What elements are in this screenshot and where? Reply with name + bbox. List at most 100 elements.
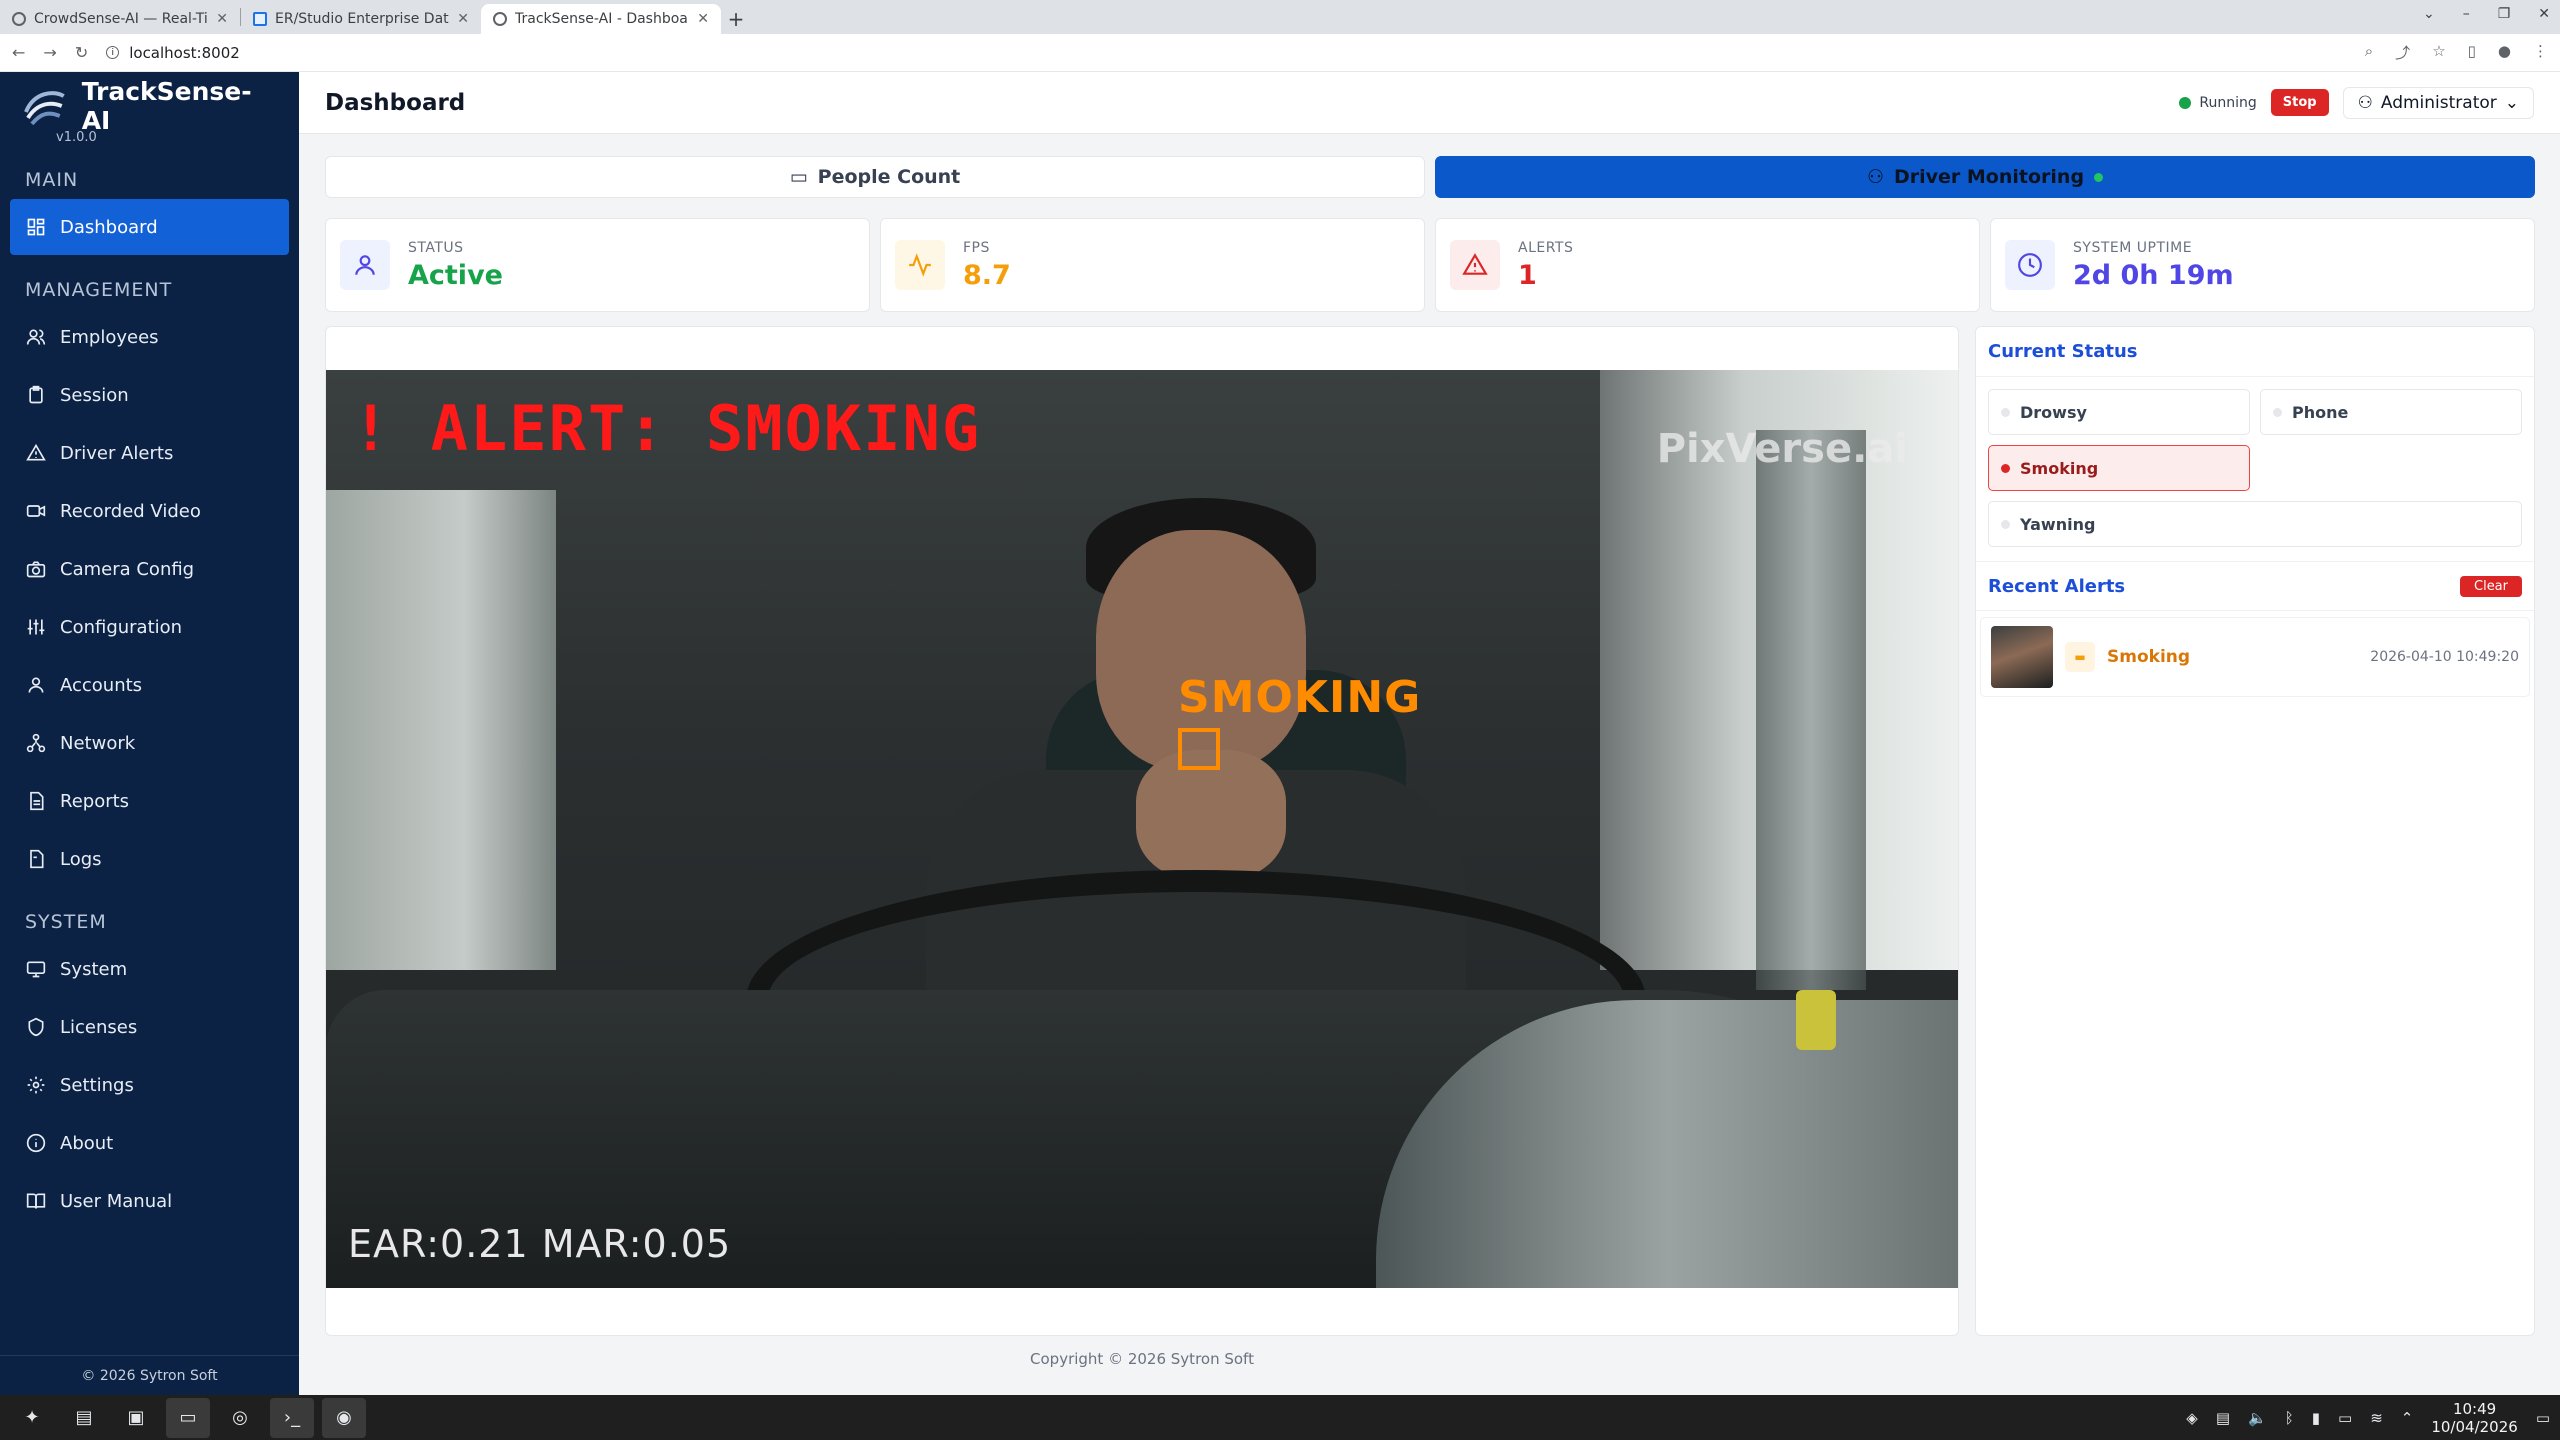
forward-icon[interactable]: → xyxy=(43,43,56,62)
shield-icon xyxy=(26,1017,46,1037)
taskbar-apps: ✦ ▤ ▣ ▭ ◎ ›_ ◉ xyxy=(10,1397,2186,1438)
close-icon[interactable]: ✕ xyxy=(2538,6,2550,22)
sidebar-item-settings[interactable]: Settings xyxy=(10,1057,289,1113)
globe-icon xyxy=(493,12,507,26)
sidebar-item-camera-config[interactable]: Camera Config xyxy=(10,541,289,597)
running-label: Running xyxy=(2199,94,2257,111)
sidepanel-icon[interactable]: ▯ xyxy=(2468,42,2476,63)
info-icon[interactable]: i xyxy=(106,46,120,59)
profile-icon[interactable]: ● xyxy=(2498,42,2511,63)
sidebar-item-about[interactable]: About xyxy=(10,1115,289,1171)
browser-icon[interactable]: ◎ xyxy=(218,1398,262,1438)
page-footer: Copyright © 2026 Sytron Soft xyxy=(1030,1350,1254,1368)
clock-date: 10/04/2026 xyxy=(2431,1417,2518,1436)
sidebar-item-configuration[interactable]: Configuration xyxy=(10,599,289,655)
status-dot-icon xyxy=(2001,407,2010,417)
brand[interactable]: TrackSense-AI xyxy=(0,72,299,140)
tab-people-count[interactable]: ▭ People Count xyxy=(325,156,1425,198)
menu-icon[interactable]: ⋮ xyxy=(2533,42,2548,63)
sidebar-item-label: System xyxy=(60,958,128,980)
sidebar-item-session[interactable]: Session xyxy=(10,367,289,423)
browser-tab-crowdsense[interactable]: CrowdSense-AI — Real-Tim ✕ xyxy=(0,4,240,34)
file-manager-icon[interactable]: ▭ xyxy=(166,1397,210,1438)
camera-feed: ! ALERT: SMOKING PixVerse.ai SMOKING EAR… xyxy=(326,370,1958,1288)
sidebar-item-label: Employees xyxy=(60,326,159,348)
sidebar-item-label: Dashboard xyxy=(60,216,158,238)
clock-icon xyxy=(2005,240,2055,290)
reload-icon[interactable]: ↻ xyxy=(75,43,88,62)
battery-icon[interactable]: ▮ xyxy=(2312,1409,2320,1427)
user-menu-button[interactable]: ⚇ Administrator ⌄ xyxy=(2342,86,2534,119)
status-panel: Current Status Drowsy Phone Smoking Yawn… xyxy=(1975,326,2535,1336)
notifications-icon[interactable]: ▭ xyxy=(2536,1409,2550,1427)
alert-timestamp: 2026-04-10 10:49:20 xyxy=(2370,649,2519,665)
status-label: Yawning xyxy=(2020,514,2096,534)
sidebar-item-recorded-video[interactable]: Recorded Video xyxy=(10,483,289,539)
monitor-icon xyxy=(26,959,46,979)
terminal-icon[interactable]: ›_ xyxy=(270,1397,314,1438)
chevron-down-icon[interactable]: ⌄ xyxy=(2423,6,2435,22)
globe-icon xyxy=(12,12,26,26)
sidebar-item-accounts[interactable]: Accounts xyxy=(10,657,289,713)
security-icon[interactable]: ◈ xyxy=(2186,1409,2198,1427)
browser-tab-erstudio[interactable]: ER/Studio Enterprise Data ✕ xyxy=(241,4,481,34)
user-icon: ⚇ xyxy=(2357,92,2373,113)
volume-icon[interactable]: 🔈 xyxy=(2248,1409,2267,1427)
close-icon[interactable]: ✕ xyxy=(697,11,709,27)
launcher-icon[interactable]: ✦ xyxy=(10,1398,54,1438)
sidebar-item-employees[interactable]: Employees xyxy=(10,309,289,365)
window-controls: ⌄ – ❐ ✕ xyxy=(2423,6,2550,22)
sidebar-item-network[interactable]: Network xyxy=(10,715,289,771)
taskbar-clock[interactable]: 10:49 10/04/2026 xyxy=(2431,1400,2517,1436)
sidebar-item-reports[interactable]: Reports xyxy=(10,773,289,829)
sidebar-item-driver-alerts[interactable]: Driver Alerts xyxy=(10,425,289,481)
stop-button[interactable]: Stop xyxy=(2270,89,2329,116)
video-card: ! ALERT: SMOKING PixVerse.ai SMOKING EAR… xyxy=(325,326,1959,1336)
stat-value: 2d 0h 19m xyxy=(2073,259,2234,291)
alert-list-item[interactable]: ▬ Smoking 2026-04-10 10:49:20 xyxy=(1980,617,2530,697)
os-taskbar: ✦ ▤ ▣ ▭ ◎ ›_ ◉ ◈ ▤ 🔈 ᛒ ▮ ▭ ≋ ⌃ 10:49 10/… xyxy=(0,1395,2560,1440)
stat-card-uptime: SYSTEM UPTIME 2d 0h 19m xyxy=(1990,218,2535,312)
bluetooth-icon[interactable]: ᛒ xyxy=(2285,1409,2294,1427)
sidebar-item-licenses[interactable]: Licenses xyxy=(10,999,289,1055)
clipboard-icon[interactable]: ▤ xyxy=(2216,1409,2230,1427)
sidebar-item-system[interactable]: System xyxy=(10,941,289,997)
clear-alerts-button[interactable]: Clear xyxy=(2460,575,2522,597)
sidebar-item-label: Logs xyxy=(60,848,102,870)
star-icon[interactable]: ☆ xyxy=(2432,42,2445,63)
store-icon[interactable]: ▣ xyxy=(114,1398,158,1438)
browser-active-icon[interactable]: ◉ xyxy=(322,1397,366,1438)
url-field[interactable]: i localhost:8002 xyxy=(106,44,2347,62)
close-icon[interactable]: ✕ xyxy=(457,11,469,27)
tab-driver-monitoring[interactable]: ⚇ Driver Monitoring xyxy=(1435,156,2535,198)
stat-value: Active xyxy=(408,259,503,291)
display-icon[interactable]: ▭ xyxy=(2338,1409,2352,1427)
task-view-icon[interactable]: ▤ xyxy=(62,1398,106,1438)
sidebar-item-logs[interactable]: Logs xyxy=(10,831,289,887)
status-dot-icon xyxy=(2001,463,2010,473)
chevron-up-icon[interactable]: ⌃ xyxy=(2401,1409,2414,1427)
restore-icon[interactable]: ❐ xyxy=(2498,6,2511,22)
clock-time: 10:49 xyxy=(2452,1399,2497,1418)
share-icon[interactable]: ⤴ xyxy=(2395,42,2410,63)
new-tab-button[interactable]: + xyxy=(721,4,751,34)
minimize-icon[interactable]: – xyxy=(2463,6,2470,22)
close-icon[interactable]: ✕ xyxy=(216,11,228,27)
sliders-icon xyxy=(26,617,46,637)
scene-window-left xyxy=(326,490,556,970)
back-icon[interactable]: ← xyxy=(12,43,25,62)
stats-row: STATUS Active FPS 8.7 ALERTS 1 SYSTEM UP… xyxy=(325,218,2535,312)
zoom-icon[interactable]: ⌕ xyxy=(2365,42,2373,63)
stat-card-status: STATUS Active xyxy=(325,218,870,312)
tracksense-logo-icon xyxy=(24,91,65,126)
wifi-icon[interactable]: ≋ xyxy=(2370,1409,2383,1427)
sidebar-item-user-manual[interactable]: User Manual xyxy=(10,1173,289,1229)
current-status-header: Current Status xyxy=(1976,327,2534,377)
status-label: Smoking xyxy=(2020,458,2099,478)
user-label: Administrator xyxy=(2380,92,2497,113)
stat-card-fps: FPS 8.7 xyxy=(880,218,1425,312)
status-dot-icon xyxy=(2179,96,2192,109)
browser-tab-tracksense[interactable]: TrackSense-AI - Dashboard ✕ xyxy=(481,4,721,34)
sidebar-item-dashboard[interactable]: Dashboard xyxy=(10,199,289,255)
camera-icon xyxy=(26,559,46,579)
